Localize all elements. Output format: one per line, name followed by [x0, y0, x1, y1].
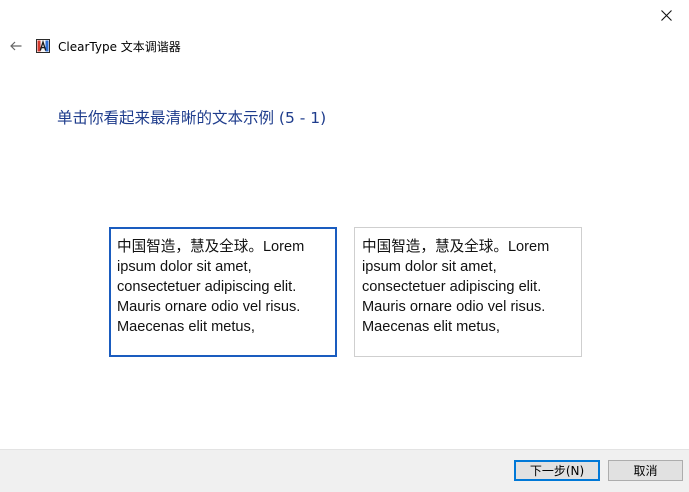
- footer-bar: 下一步(N) 取消: [0, 449, 689, 492]
- next-button[interactable]: 下一步(N): [514, 460, 600, 481]
- text-sample-1-text: 中国智造，慧及全球。Lorem ipsum dolor sit amet, co…: [117, 239, 305, 335]
- text-sample-2[interactable]: 中国智造，慧及全球。Lorem ipsum dolor sit amet, co…: [354, 227, 582, 357]
- window-title: ClearType 文本调谐器: [58, 39, 181, 54]
- back-arrow-icon: [10, 41, 22, 51]
- page-heading: 单击你看起来最清晰的文本示例 (5 - 1): [57, 109, 327, 127]
- title-bar: ClearType 文本调谐器: [0, 34, 181, 58]
- text-sample-2-text: 中国智造，慧及全球。Lorem ipsum dolor sit amet, co…: [362, 239, 550, 335]
- back-button[interactable]: [1, 34, 31, 58]
- text-sample-1[interactable]: 中国智造，慧及全球。Lorem ipsum dolor sit amet, co…: [109, 227, 337, 357]
- cleartype-app-icon: [36, 39, 50, 53]
- close-icon: [660, 9, 672, 21]
- cancel-button[interactable]: 取消: [608, 460, 683, 481]
- cleartype-tuner-window: ClearType 文本调谐器 单击你看起来最清晰的文本示例 (5 - 1) 中…: [0, 0, 689, 492]
- close-button[interactable]: [643, 0, 689, 30]
